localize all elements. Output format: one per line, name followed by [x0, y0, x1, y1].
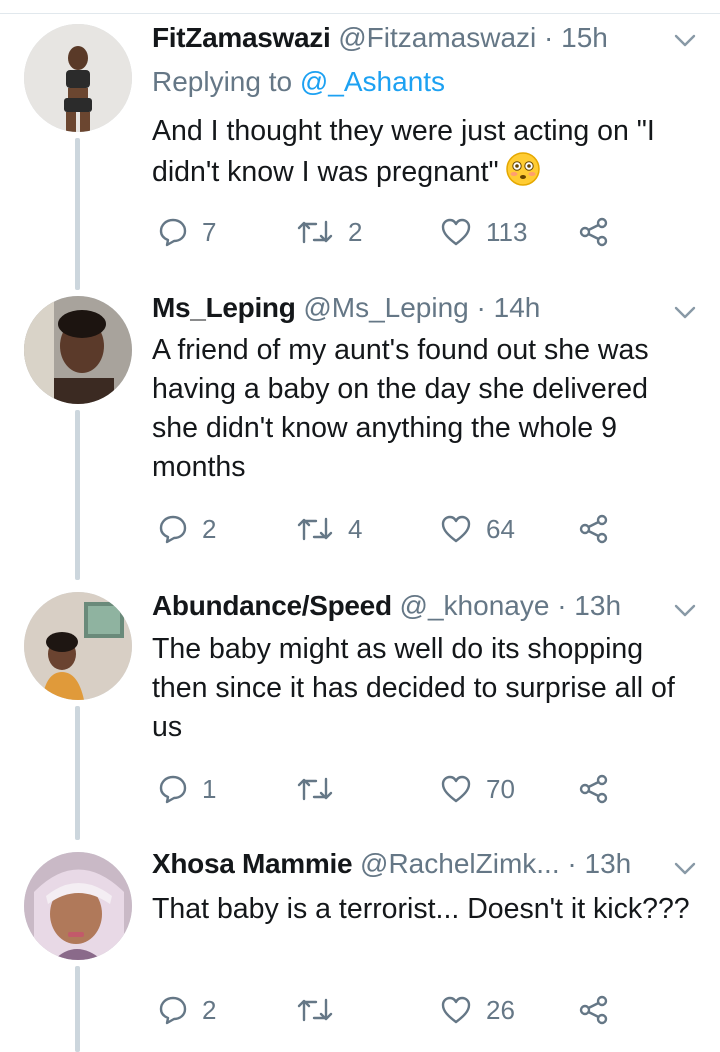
- username[interactable]: @Fitzamaswazi: [338, 22, 536, 53]
- chevron-down-icon[interactable]: [674, 604, 696, 618]
- like-button[interactable]: 26: [440, 990, 515, 1030]
- retweet-icon: [297, 777, 333, 801]
- thread-line: [75, 138, 80, 290]
- timestamp[interactable]: 15h: [561, 22, 608, 53]
- thread-line: [75, 706, 80, 840]
- reply-icon: [159, 775, 187, 804]
- share-button[interactable]: [578, 212, 610, 252]
- retweet-button[interactable]: [296, 769, 348, 809]
- display-name[interactable]: Xhosa Mammie: [152, 848, 353, 879]
- timestamp[interactable]: 13h: [574, 590, 621, 621]
- reply-button[interactable]: 2: [158, 509, 216, 549]
- chevron-down-icon[interactable]: [674, 306, 696, 320]
- like-button[interactable]: 70: [440, 769, 515, 809]
- flushed-face-emoji-icon: [505, 152, 540, 186]
- display-name[interactable]: FitZamaswazi: [152, 22, 331, 53]
- reply-icon: [159, 515, 187, 544]
- avatar[interactable]: [24, 296, 132, 404]
- tweet-header: Abundance/Speed @_khonaye · 13h: [152, 588, 660, 624]
- share-icon: [579, 774, 608, 804]
- reply-button[interactable]: 2: [158, 990, 216, 1030]
- thread-line: [75, 410, 80, 580]
- display-name[interactable]: Ms_Leping: [152, 292, 296, 323]
- timestamp[interactable]: 13h: [585, 848, 632, 879]
- replying-to: Replying to @_Ashants: [152, 64, 445, 100]
- separator: ·: [476, 292, 486, 323]
- tweet-header: Ms_Leping @Ms_Leping · 14h: [152, 290, 660, 326]
- username[interactable]: @_khonaye: [400, 590, 550, 621]
- replying-to-label: Replying to: [152, 66, 293, 97]
- chevron-down-icon[interactable]: [674, 34, 696, 48]
- retweet-count: 2: [348, 217, 363, 247]
- chevron-down-icon[interactable]: [674, 862, 696, 876]
- tweet-actions: 2 26: [152, 990, 622, 1030]
- heart-icon: [441, 515, 471, 543]
- retweet-count: 4: [348, 514, 363, 544]
- reply-button[interactable]: 1: [158, 769, 216, 809]
- reply-icon: [159, 218, 187, 247]
- tweet-4[interactable]: Xhosa Mammie @RachelZimk... · 13h That b…: [0, 840, 720, 1052]
- username[interactable]: @RachelZimk...: [360, 848, 560, 879]
- tweet-header: FitZamaswazi @Fitzamaswazi · 15h: [152, 20, 660, 56]
- tweet-text: A friend of my aunt's found out she was …: [152, 334, 649, 483]
- reply-count: 7: [202, 217, 217, 247]
- tweet-2[interactable]: Ms_Leping @Ms_Leping · 14h A friend of m…: [0, 290, 720, 580]
- reply-button[interactable]: 7: [158, 212, 216, 252]
- replying-to-link[interactable]: @_Ashants: [300, 66, 445, 97]
- display-name[interactable]: Abundance/Speed: [152, 590, 392, 621]
- separator: ·: [567, 848, 577, 879]
- tweet-1[interactable]: FitZamaswazi @Fitzamaswazi · 15h Replyin…: [0, 0, 720, 290]
- tweet-header: Xhosa Mammie @RachelZimk... · 13h: [152, 846, 660, 882]
- heart-icon: [441, 996, 471, 1024]
- tweet-actions: 7 2 113: [152, 212, 622, 252]
- tweet-actions: 2 4 64: [152, 509, 622, 549]
- avatar[interactable]: [24, 24, 132, 132]
- like-count: 26: [486, 995, 515, 1025]
- share-icon: [579, 514, 608, 544]
- separator: ·: [557, 590, 567, 621]
- avatar[interactable]: [24, 852, 132, 960]
- reply-count: 2: [202, 514, 217, 544]
- like-button[interactable]: 113: [440, 212, 527, 252]
- like-count: 70: [486, 774, 515, 804]
- share-button[interactable]: [578, 990, 610, 1030]
- share-icon: [579, 217, 608, 247]
- username[interactable]: @Ms_Leping: [303, 292, 468, 323]
- tweet-text: That baby is a terrorist... Doesn't it k…: [152, 893, 690, 925]
- heart-icon: [441, 218, 471, 246]
- separator: ·: [544, 22, 554, 53]
- retweet-button[interactable]: 4: [296, 509, 362, 549]
- retweet-button[interactable]: 2: [296, 212, 362, 252]
- retweet-icon: [297, 220, 333, 244]
- retweet-icon: [297, 517, 333, 541]
- tweet-actions: 1 70: [152, 769, 622, 809]
- timestamp[interactable]: 14h: [494, 292, 541, 323]
- thread-line: [75, 966, 80, 1052]
- like-button[interactable]: 64: [440, 509, 515, 549]
- share-button[interactable]: [578, 509, 610, 549]
- tweet-text: The baby might as well do its shopping t…: [152, 633, 675, 743]
- retweet-icon: [297, 998, 333, 1022]
- reply-icon: [159, 996, 187, 1025]
- share-button[interactable]: [578, 769, 610, 809]
- tweet-3[interactable]: Abundance/Speed @_khonaye · 13h The baby…: [0, 580, 720, 840]
- avatar[interactable]: [24, 592, 132, 700]
- tweet-text: And I thought they were just acting on "…: [152, 112, 692, 192]
- like-count: 64: [486, 514, 515, 544]
- share-icon: [579, 995, 608, 1025]
- like-count: 113: [486, 217, 528, 247]
- reply-count: 2: [202, 995, 217, 1025]
- reply-count: 1: [202, 774, 217, 804]
- heart-icon: [441, 775, 471, 803]
- tweet-text-content: And I thought they were just acting on "…: [152, 115, 655, 188]
- retweet-button[interactable]: [296, 990, 348, 1030]
